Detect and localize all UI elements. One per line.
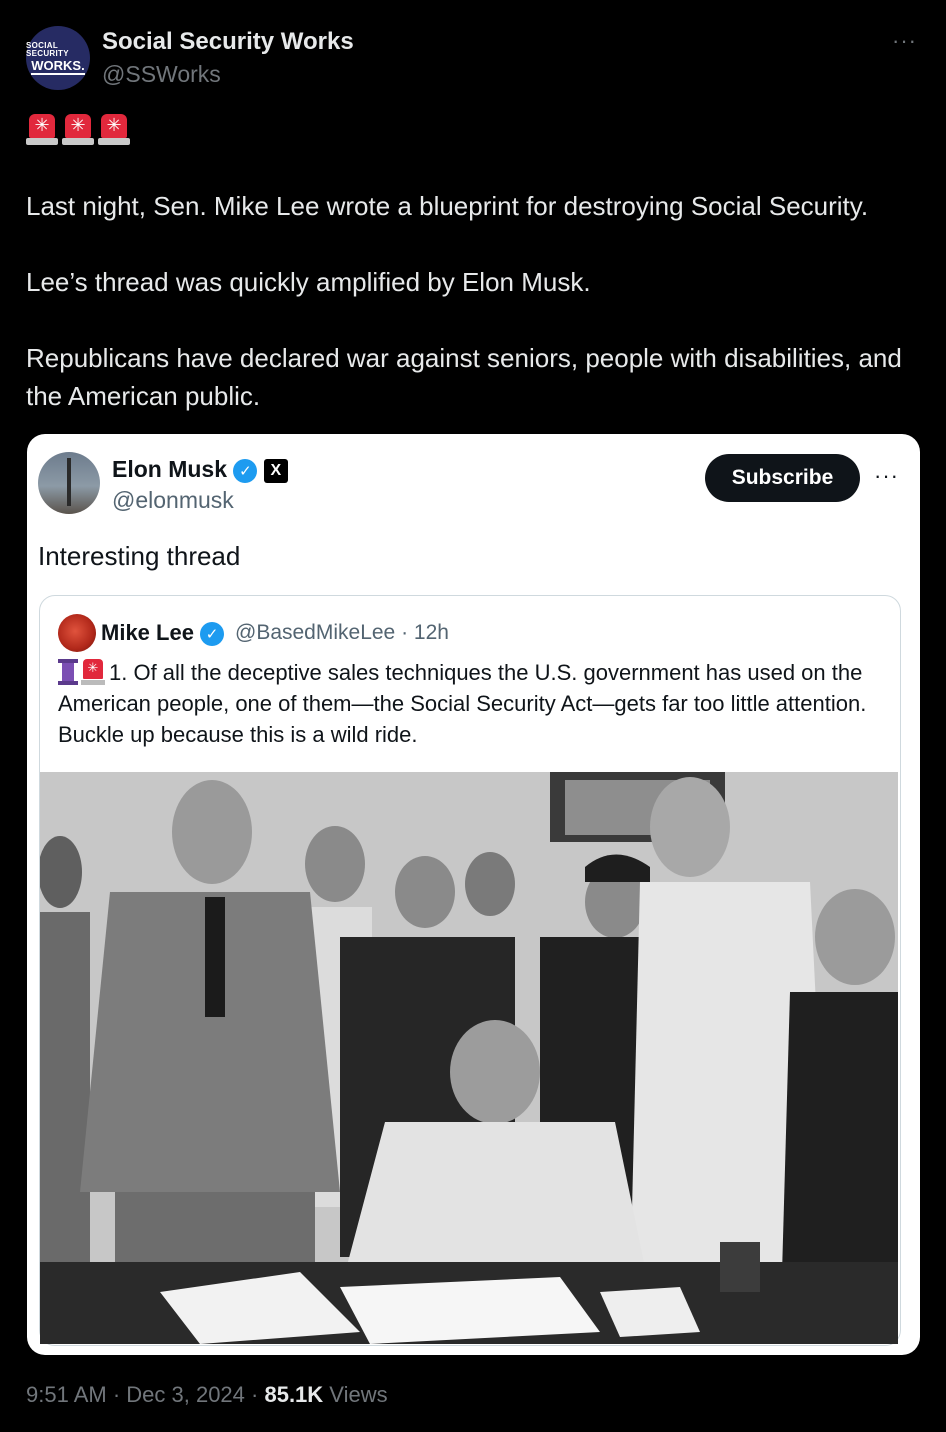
nested-author-name: Mike Lee <box>101 620 194 645</box>
views-label: Views <box>323 1382 388 1407</box>
post-timestamp[interactable]: 9:51 AM · Dec 3, 2024 · <box>26 1382 264 1407</box>
verified-badge-icon: ✓ <box>233 458 258 483</box>
nested-text-block: 1. Of all the deceptive sales techniques… <box>58 657 878 750</box>
post-paragraph-1: Last night, Sen. Mike Lee wrote a bluepr… <box>26 191 869 221</box>
post-paragraph-3: Republicans have declared war against se… <box>26 343 902 411</box>
avatar-text-top: SOCIAL SECURITY <box>26 40 69 58</box>
x-affiliation-icon: X <box>263 458 288 483</box>
siren-icon <box>81 659 105 685</box>
thread-spool-icon <box>58 659 78 685</box>
elon-avatar[interactable] <box>38 452 100 514</box>
more-options-icon[interactable]: ··· <box>892 28 917 54</box>
nested-text: 1. Of all the deceptive sales techniques… <box>58 660 867 747</box>
post-paragraph-2: Lee’s thread was quickly amplified by El… <box>26 267 591 297</box>
ssw-avatar[interactable]: SOCIAL SECURITY WORKS. <box>26 26 90 90</box>
quote-author-name: Elon Musk <box>112 456 228 482</box>
avatar-text-bottom: WORKS. <box>31 57 85 75</box>
siren-icon <box>26 112 58 146</box>
photo-illustration <box>40 772 898 1344</box>
verified-badge-icon: ✓ <box>200 622 225 647</box>
historic-photo[interactable] <box>40 772 898 1344</box>
mike-lee-avatar[interactable] <box>58 614 96 652</box>
quote-author-handle[interactable]: @elonmusk <box>112 487 234 514</box>
author-handle[interactable]: @SSWorks <box>102 61 221 88</box>
views-count: 85.1K <box>264 1382 324 1407</box>
siren-emoji-row <box>26 112 130 146</box>
post-meta: 9:51 AM · Dec 3, 2024 · 85.1K Views <box>26 1382 388 1408</box>
siren-icon <box>98 112 130 146</box>
nested-author-name-line[interactable]: Mike Lee ✓ <box>101 620 225 647</box>
author-name[interactable]: Social Security Works <box>102 28 354 56</box>
subscribe-button[interactable]: Subscribe <box>705 454 860 502</box>
quote-more-options-icon[interactable]: ··· <box>874 463 899 489</box>
siren-icon <box>62 112 94 146</box>
quote-text: Interesting thread <box>38 541 241 571</box>
quote-author-line[interactable]: Elon Musk ✓ X <box>112 456 288 483</box>
nested-handle-time[interactable]: @BasedMikeLee · 12h <box>235 621 449 645</box>
